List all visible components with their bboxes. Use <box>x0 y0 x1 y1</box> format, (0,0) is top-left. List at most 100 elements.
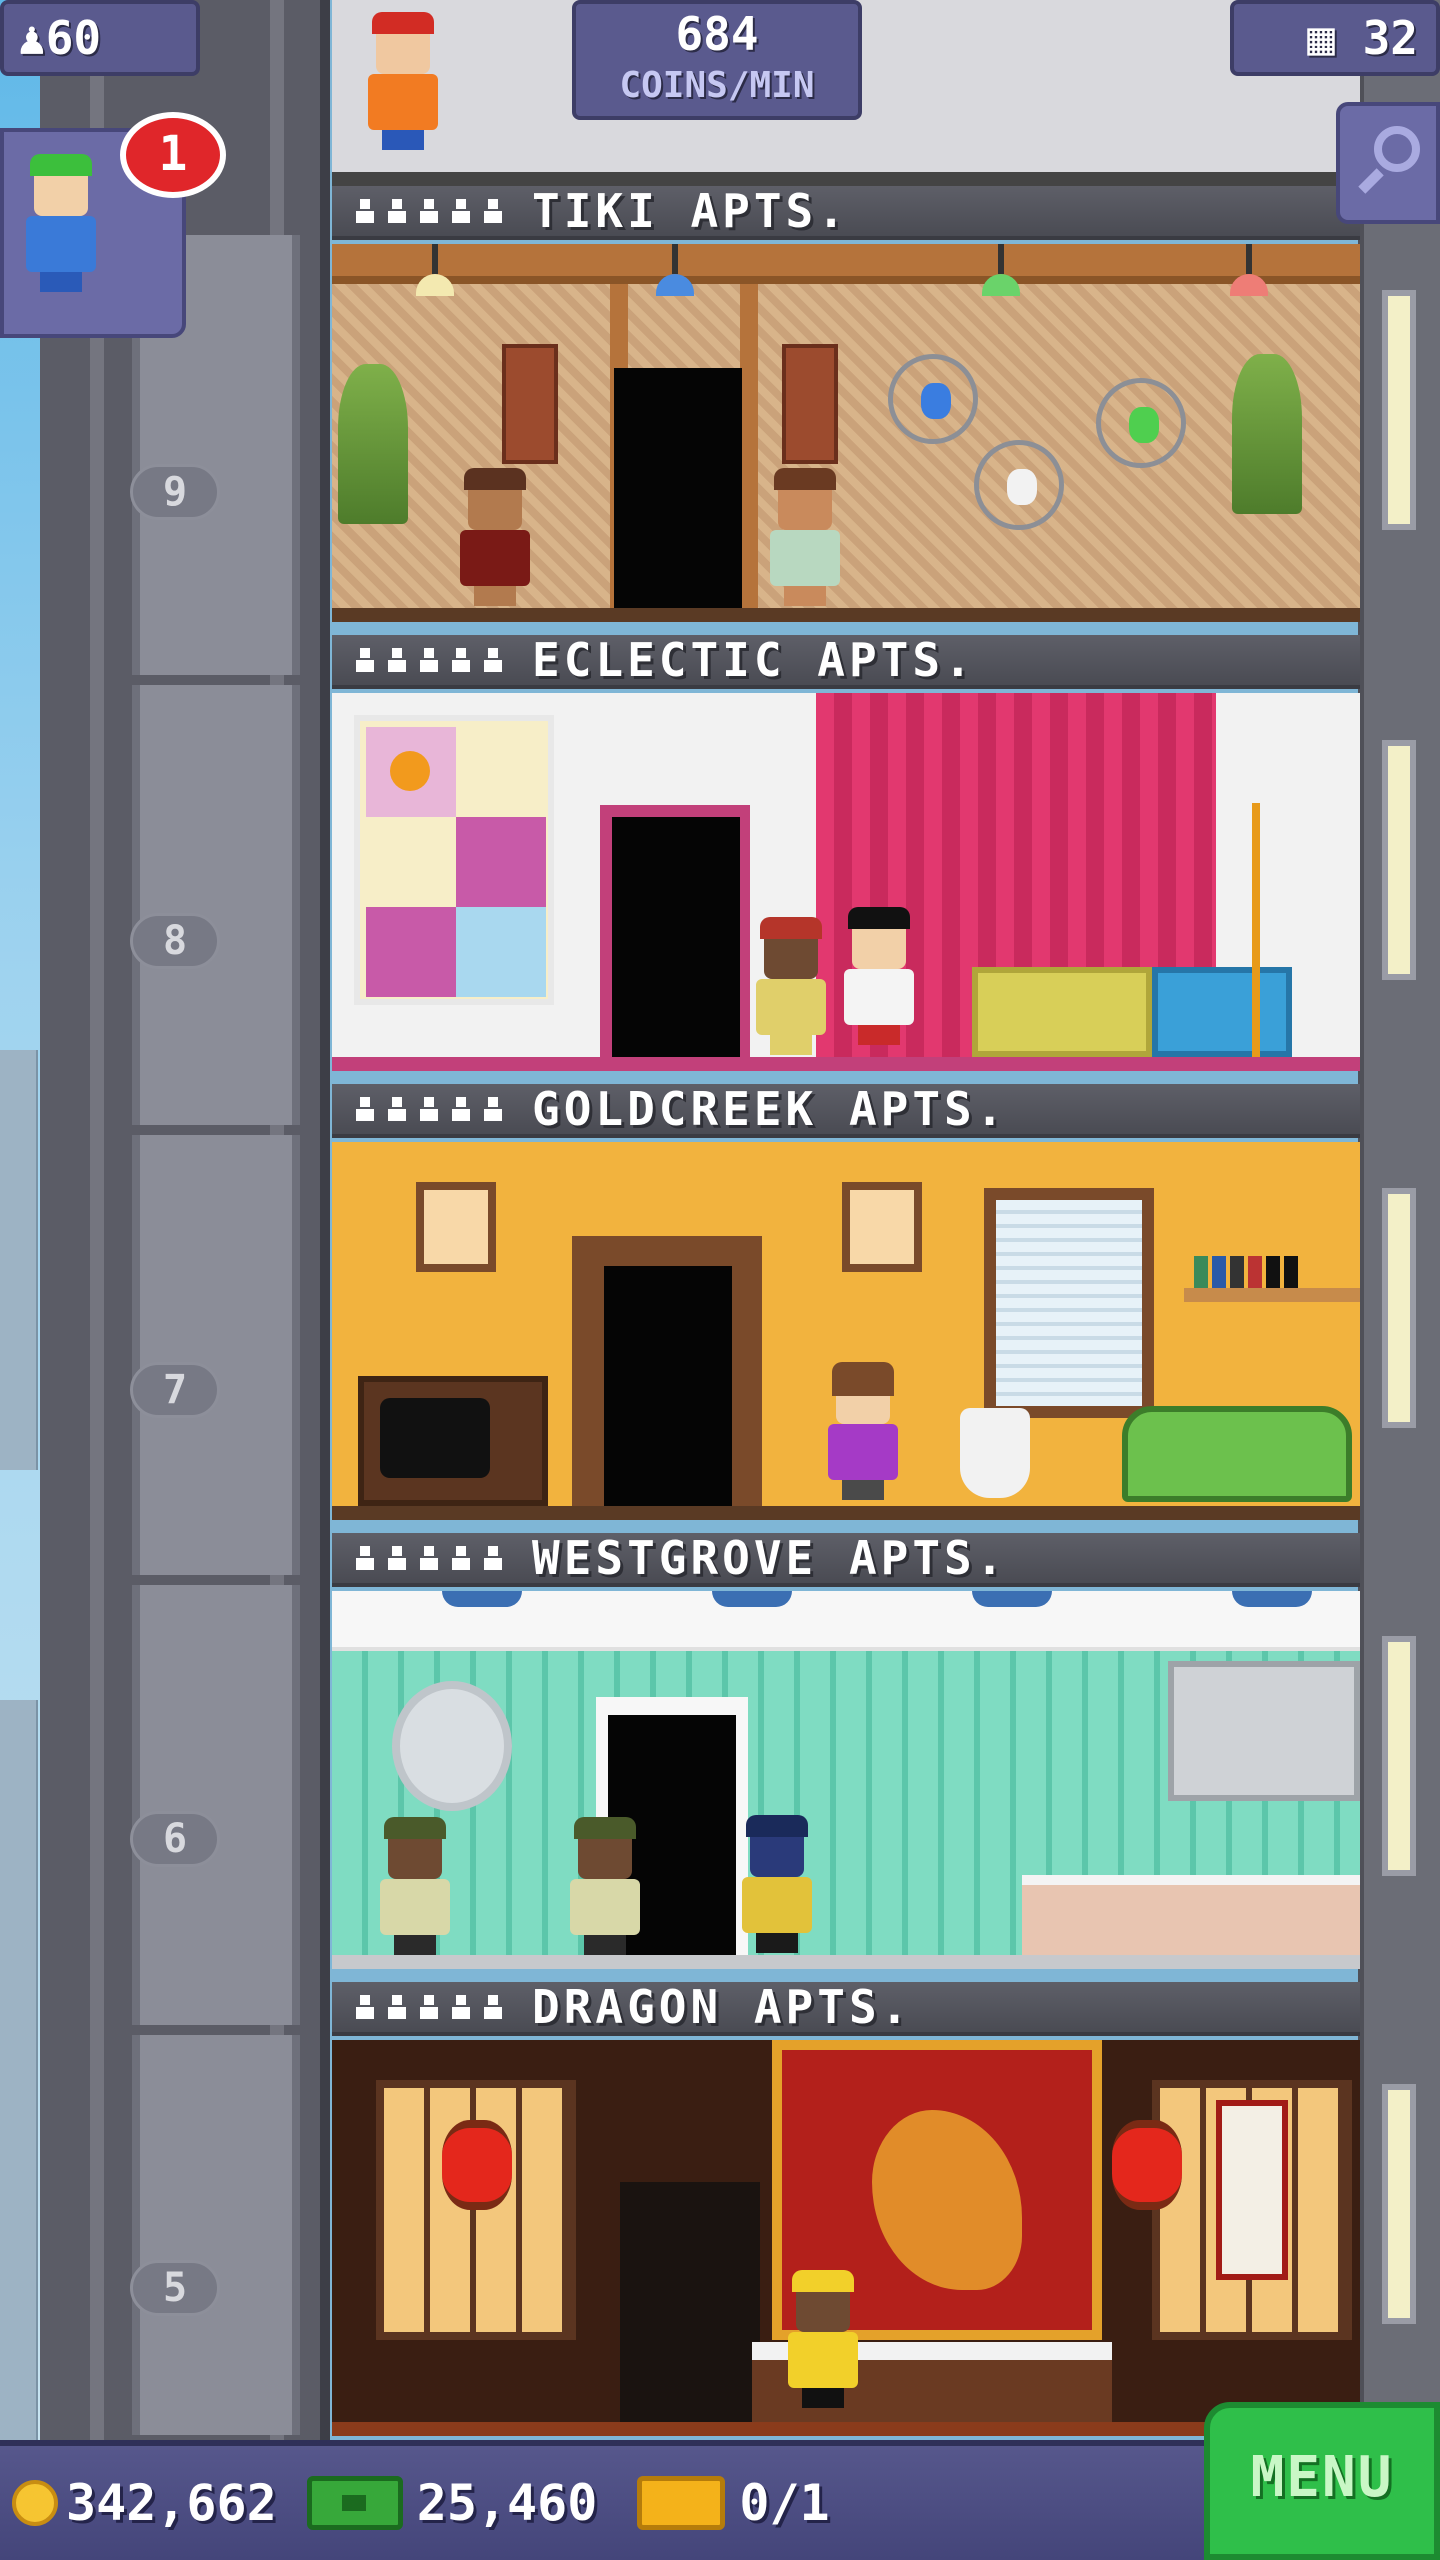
zoom-button[interactable] <box>1336 102 1440 224</box>
birdcage <box>888 354 978 444</box>
bitizen[interactable] <box>788 2270 858 2408</box>
floor-name: GOLDCREEK APTS. <box>532 1084 1008 1136</box>
resident-icon <box>418 1995 440 2019</box>
occupancy-indicator <box>354 648 504 672</box>
bitizen[interactable] <box>844 907 914 1045</box>
elevator-shaft <box>40 0 330 2440</box>
exterior-window <box>1382 290 1416 530</box>
ceiling-lamp <box>410 244 460 296</box>
population-icon: ♟ <box>18 11 46 65</box>
television <box>358 1376 548 1506</box>
coin-icon <box>12 2480 58 2526</box>
floor-eclectic-apts[interactable]: ECLECTIC APTS. <box>332 635 1360 1084</box>
resident-icon <box>482 648 504 672</box>
resident-icon <box>354 199 376 223</box>
sofa <box>1152 967 1292 1057</box>
dragon-icon <box>872 2110 1022 2290</box>
exterior-window <box>1382 2084 1416 2324</box>
floor-header: WESTGROVE APTS. <box>332 1533 1360 1587</box>
notification-badge: 1 <box>120 112 226 198</box>
resident-icon <box>482 1546 504 1570</box>
shaft-rail <box>90 0 104 2440</box>
birdcage <box>1096 378 1186 468</box>
distant-building <box>0 1050 38 1470</box>
apartment-door[interactable] <box>620 2182 760 2422</box>
resident-icon <box>354 1546 376 1570</box>
room-interior[interactable] <box>332 2040 1360 2436</box>
resident-icon <box>450 1546 472 1570</box>
room-interior[interactable] <box>332 244 1360 622</box>
apartment-door[interactable] <box>604 1266 732 1506</box>
ceiling-beam <box>332 244 1360 284</box>
bitizen[interactable] <box>756 917 826 1055</box>
bitizen[interactable] <box>828 1362 898 1500</box>
paper-lantern <box>1112 2120 1182 2210</box>
menu-button[interactable]: MENU <box>1204 2402 1440 2560</box>
room-interior[interactable] <box>332 1591 1360 1969</box>
coins-per-minute-value: 684 <box>675 7 759 61</box>
resident-icon <box>482 1995 504 2019</box>
distant-building <box>0 1700 38 2440</box>
floors-icon: ▦ <box>1307 11 1335 65</box>
coin-balance: 342,662 <box>66 2474 277 2532</box>
sofa <box>972 967 1152 1057</box>
floor-divider <box>332 1057 1360 1071</box>
apartment-door[interactable] <box>614 368 742 608</box>
zoom-icon <box>1374 126 1420 172</box>
ceiling <box>332 1591 1360 1651</box>
abstract-painting <box>354 715 554 1005</box>
bitizen[interactable] <box>380 1817 450 1955</box>
floor-name: DRAGON APTS. <box>532 1982 913 2034</box>
resident-icon <box>386 1546 408 1570</box>
floor-header: ECLECTIC APTS. <box>332 635 1360 689</box>
resident-icon <box>418 1097 440 1121</box>
kitchen-cabinet <box>1168 1661 1360 1801</box>
bitizen[interactable] <box>460 468 530 606</box>
bitizen[interactable] <box>368 12 438 150</box>
bird-icon <box>1007 469 1037 505</box>
resident-icon <box>450 648 472 672</box>
floor-number: 7 <box>130 1362 220 1418</box>
paper-lantern <box>442 2120 512 2210</box>
bitizen[interactable] <box>742 1815 812 1953</box>
floor-westgrove-apts[interactable]: WESTGROVE APTS. <box>332 1533 1360 1982</box>
apartment-door[interactable] <box>612 817 740 1057</box>
ticket-icon[interactable] <box>637 2476 726 2530</box>
resident-icon <box>354 648 376 672</box>
floor-dragon-apts[interactable]: DRAGON APTS. <box>332 1982 1360 2440</box>
floor-number: 8 <box>130 913 220 969</box>
ceiling-lamp <box>1224 244 1274 296</box>
resident-icon <box>450 1995 472 2019</box>
couch <box>1122 1406 1352 1502</box>
resident-icon <box>354 1995 376 2019</box>
resident-icon <box>386 648 408 672</box>
floor-header: TIKI APTS. <box>332 186 1360 240</box>
elevator-cab[interactable] <box>132 685 300 1125</box>
bitizen[interactable] <box>570 1817 640 1955</box>
population-value: 60 <box>45 11 102 65</box>
floor-divider <box>332 1955 1360 1969</box>
hanging-scroll <box>1216 2100 1288 2280</box>
elevator-cab[interactable] <box>132 2035 300 2435</box>
elevator-cab[interactable] <box>132 1135 300 1575</box>
exterior-window <box>1382 1188 1416 1428</box>
floor-count-value: 32 <box>1362 11 1418 65</box>
resident-icon <box>354 1097 376 1121</box>
ceiling-light <box>712 1591 792 1607</box>
floor-goldcreek-apts[interactable]: GOLDCREEK APTS. <box>332 1084 1360 1533</box>
floor-header: GOLDCREEK APTS. <box>332 1084 1360 1138</box>
resident-icon <box>418 199 440 223</box>
floor-name: TIKI APTS. <box>532 186 849 238</box>
bitizen[interactable] <box>770 468 840 606</box>
room-interior[interactable] <box>332 1142 1360 1520</box>
potted-plant <box>338 364 408 524</box>
occupancy-indicator <box>354 1546 504 1570</box>
room-interior[interactable] <box>332 693 1360 1071</box>
floor-number: 6 <box>130 1811 220 1867</box>
population-counter[interactable]: ♟60 <box>0 0 200 76</box>
elevator-cab[interactable] <box>132 1585 300 2025</box>
exterior-window <box>1382 740 1416 980</box>
floor-tiki-apts[interactable]: TIKI APTS. <box>332 186 1360 635</box>
bux-icon[interactable] <box>306 2476 403 2530</box>
floor-count-panel[interactable]: ▦ 32 <box>1230 0 1440 76</box>
